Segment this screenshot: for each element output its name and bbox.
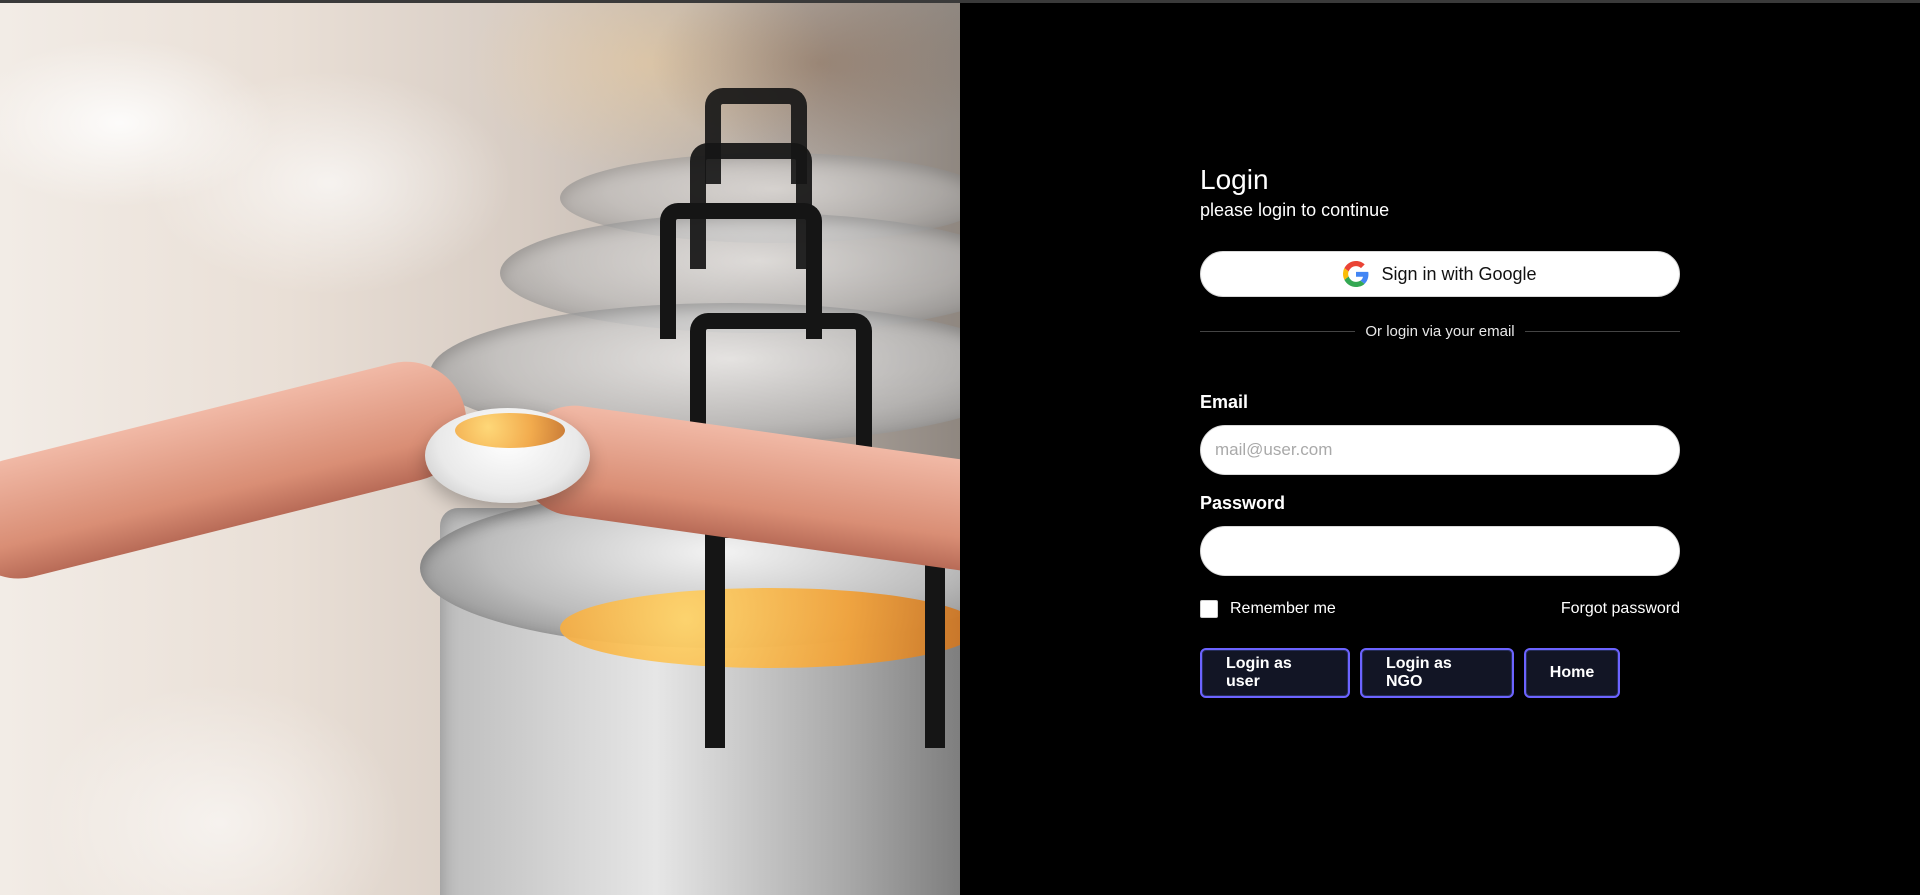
page-subtitle: please login to continue xyxy=(1200,200,1390,220)
google-icon xyxy=(1343,261,1369,287)
page-title: Login xyxy=(1200,164,1269,195)
home-button[interactable]: Home xyxy=(1524,648,1620,698)
password-field[interactable] xyxy=(1200,526,1680,576)
email-divider: Or login via your email xyxy=(1200,323,1681,340)
login-as-ngo-button[interactable]: Login as NGO xyxy=(1360,648,1514,698)
remember-row: Remember me Forgot password xyxy=(1200,600,1680,618)
action-buttons: Login as user Login as NGO Home xyxy=(1200,648,1680,698)
email-label: Email xyxy=(1200,392,1249,412)
divider-line-left xyxy=(1200,331,1356,332)
email-field[interactable] xyxy=(1200,425,1680,475)
google-button-label: Sign in with Google xyxy=(1381,263,1537,284)
login-form: Login please login to continue Sign in w… xyxy=(1200,163,1681,698)
forgot-password-link[interactable]: Forgot password xyxy=(1561,600,1680,618)
remember-me[interactable]: Remember me xyxy=(1200,600,1336,618)
divider-line-right xyxy=(1524,331,1681,332)
food xyxy=(455,413,565,448)
google-sign-in-button[interactable]: Sign in with Google xyxy=(1200,251,1680,297)
remember-label: Remember me xyxy=(1230,600,1336,617)
remember-checkbox[interactable] xyxy=(1200,600,1218,618)
divider-text: Or login via your email xyxy=(1365,323,1515,340)
login-as-user-button[interactable]: Login as user xyxy=(1200,648,1350,698)
password-label: Password xyxy=(1200,493,1286,513)
hero-photo xyxy=(0,3,960,895)
login-panel: Login please login to continue Sign in w… xyxy=(960,3,1920,895)
